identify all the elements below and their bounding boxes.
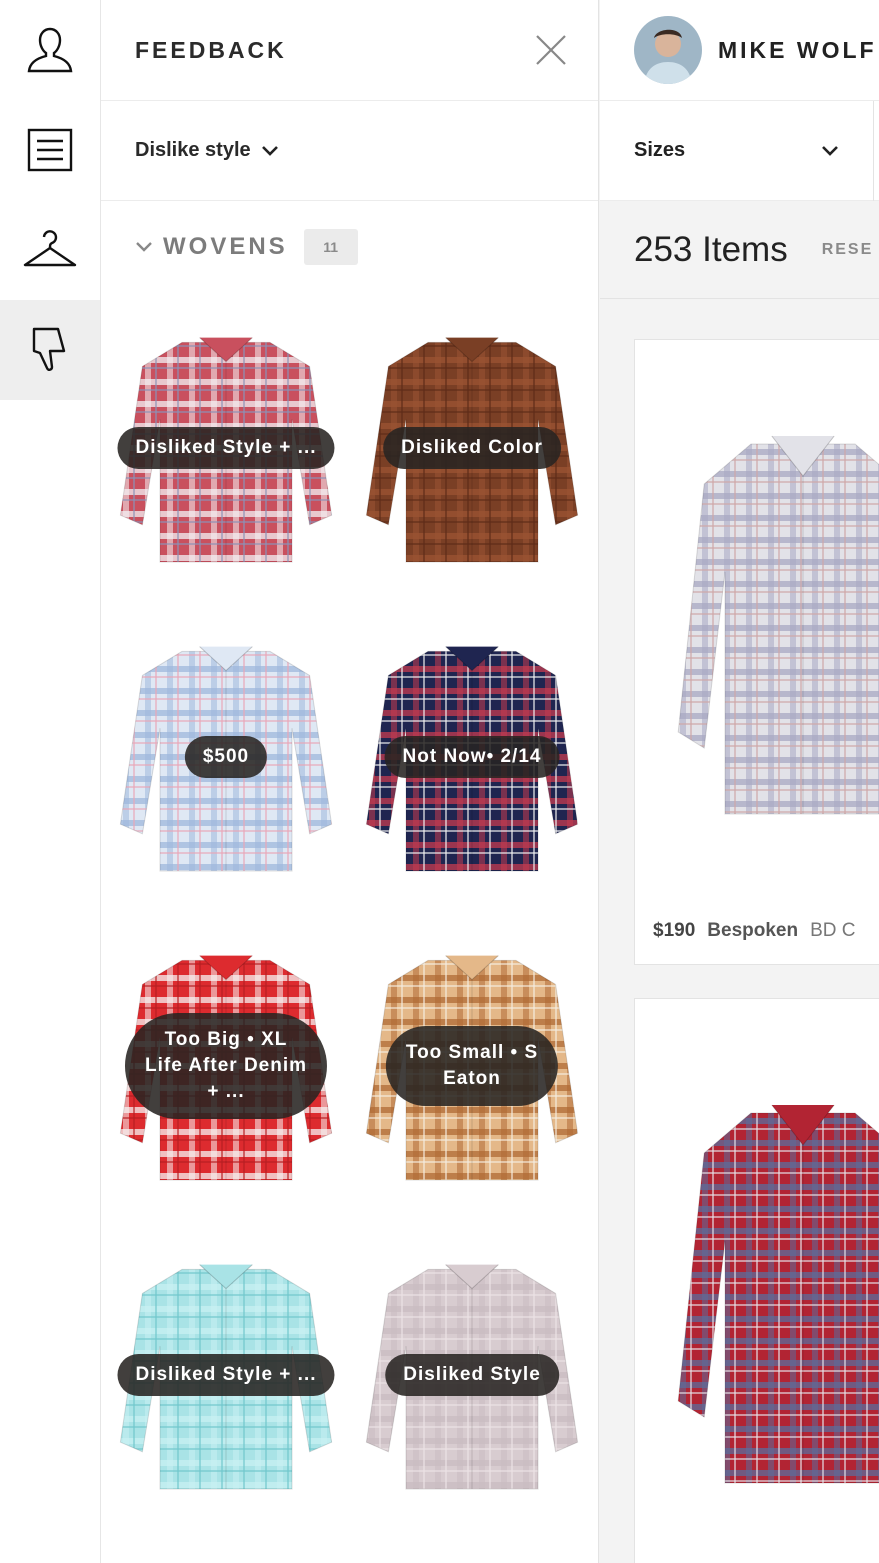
results-bar: 253 Items RESE bbox=[600, 201, 879, 299]
user-name: MIKE WOLF bbox=[718, 36, 877, 63]
rail-item-feedback[interactable] bbox=[0, 300, 100, 400]
sizes-label: Sizes bbox=[634, 139, 686, 161]
feedback-tag: Disliked Color bbox=[383, 426, 561, 469]
feedback-tag: Disliked Style + ... bbox=[117, 1353, 335, 1396]
rail-item-notes[interactable] bbox=[0, 100, 100, 200]
avatar-image bbox=[634, 16, 702, 84]
document-icon bbox=[27, 128, 73, 172]
product-name: BD C bbox=[810, 920, 856, 941]
item-count: 253 Items bbox=[634, 229, 788, 269]
product-image bbox=[677, 435, 879, 815]
sizes-dropdown[interactable]: Sizes bbox=[600, 100, 874, 201]
feedback-item[interactable]: $500 bbox=[103, 602, 349, 911]
feedback-item[interactable]: Disliked Style + ... bbox=[103, 1220, 349, 1529]
feedback-tag: Not Now• 2/14 bbox=[384, 735, 560, 778]
section-count-badge: 11 bbox=[303, 229, 358, 265]
dislike-filter-dropdown[interactable]: Dislike style bbox=[135, 139, 279, 162]
panel-header: FEEDBACK bbox=[101, 0, 598, 101]
feedback-tag: Too Big • XL Life After Denim + ... bbox=[124, 1012, 328, 1119]
feedback-item[interactable]: Too Small • S Eaton bbox=[349, 911, 595, 1220]
feedback-item[interactable]: Not Now• 2/14 bbox=[349, 602, 595, 911]
hanger-icon bbox=[23, 230, 77, 267]
feedback-item[interactable]: Too Big • XL Life After Denim + ... bbox=[103, 911, 349, 1220]
main-area: MIKE WOLF Sizes 253 Items RESE $190 Besp… bbox=[600, 0, 879, 1563]
sizes-bar: Sizes bbox=[600, 100, 879, 201]
section-title: WOVENS bbox=[163, 233, 288, 260]
avatar[interactable] bbox=[634, 16, 702, 84]
feedback-item[interactable]: Disliked Style bbox=[349, 1220, 595, 1529]
close-icon[interactable] bbox=[534, 33, 568, 67]
product-card[interactable]: $190 Bespoken BD C bbox=[634, 339, 879, 965]
feedback-item[interactable]: Disliked Style + ... bbox=[103, 293, 349, 602]
feedback-tag: Disliked Style bbox=[385, 1353, 559, 1396]
feedback-tag: Too Small • S Eaton bbox=[385, 1025, 559, 1106]
product-brand: Bespoken bbox=[707, 920, 799, 941]
main-header: MIKE WOLF bbox=[600, 0, 879, 101]
dislike-filter-label: Dislike style bbox=[135, 139, 251, 161]
filter-bar: Dislike style bbox=[101, 101, 598, 201]
product-meta: $190 Bespoken BD C bbox=[653, 920, 856, 942]
feedback-tag: $500 bbox=[184, 735, 268, 778]
feedback-panel: FEEDBACK Dislike style WOVENS 11 Dislike… bbox=[101, 0, 599, 1563]
feedback-tag: Disliked Style + ... bbox=[117, 426, 335, 469]
panel-title: FEEDBACK bbox=[135, 36, 287, 63]
product-image bbox=[677, 1104, 879, 1484]
reset-link[interactable]: RESE bbox=[822, 241, 874, 259]
left-rail bbox=[0, 0, 101, 1563]
chevron-down-icon bbox=[261, 145, 278, 156]
section-header-wovens[interactable]: WOVENS 11 bbox=[101, 201, 598, 293]
product-card[interactable] bbox=[634, 998, 879, 1563]
rail-item-profile[interactable] bbox=[0, 0, 100, 100]
rail-item-closet[interactable] bbox=[0, 200, 100, 300]
product-price: $190 bbox=[653, 920, 696, 941]
thumbs-down-icon bbox=[32, 327, 66, 371]
feedback-grid: Disliked Style + ... Disliked Color $500 bbox=[101, 293, 598, 1529]
chevron-down-icon bbox=[822, 145, 838, 156]
feedback-item[interactable]: Disliked Color bbox=[349, 293, 595, 602]
person-icon bbox=[27, 27, 73, 73]
chevron-down-icon bbox=[136, 242, 152, 252]
